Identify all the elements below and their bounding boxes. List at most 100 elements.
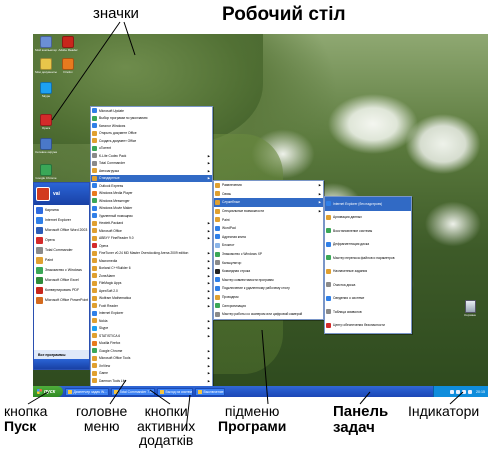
system-tools-menu-item[interactable]: Восстановление системы xyxy=(325,224,411,238)
accessories-menu-item[interactable]: Проводник xyxy=(214,293,323,302)
accessories-menu-item[interactable]: Служебные ▶ xyxy=(214,198,323,207)
programs-menu-item[interactable]: Каталог Windows xyxy=(91,122,212,130)
accessories-menu-item[interactable]: Блокнот xyxy=(214,241,323,250)
programs-menu-item[interactable]: Mozilla Firefox xyxy=(91,340,212,348)
desktop-icon[interactable]: Мои документы xyxy=(35,58,57,74)
start-menu-item[interactable]: Конвертировать PDF xyxy=(34,285,89,295)
programs-menu-item[interactable]: Internet Explorer xyxy=(91,310,212,318)
programs-menu-item[interactable]: XnView ▶ xyxy=(91,362,212,370)
start-menu-item[interactable]: Paint xyxy=(34,255,89,265)
system-tools-menu-item[interactable]: Архивация данных xyxy=(325,211,411,225)
start-menu-item[interactable]: Карлина xyxy=(34,205,89,215)
all-programs-button[interactable]: Все программы xyxy=(34,350,89,359)
menu-item-icon xyxy=(92,243,97,249)
desktop-icon[interactable]: Google Chrome xyxy=(35,164,57,180)
recycle-bin[interactable]: Корзина xyxy=(460,300,480,317)
start-menu-item[interactable]: Microsoft Office PowerPoint 2003 xyxy=(34,295,89,305)
programs-menu-item[interactable]: Google Chrome ▶ xyxy=(91,347,212,355)
desktop-icon[interactable]: Firefox xyxy=(57,58,79,74)
programs-menu-item[interactable]: Hewlett-Packard ▶ xyxy=(91,220,212,228)
programs-menu-item[interactable]: Создать документ Office xyxy=(91,137,212,145)
start-menu-item[interactable]: Total Commander xyxy=(34,245,89,255)
programs-menu-item[interactable]: STATISTICA 6 ▶ xyxy=(91,332,212,340)
programs-menu-item[interactable]: Microsoft Office ▶ xyxy=(91,227,212,235)
programs-menu-item[interactable]: uTorrent xyxy=(91,145,212,153)
programs-menu-item[interactable]: ApexSoft 2.0 ▶ xyxy=(91,287,212,295)
accessories-menu-item[interactable]: WordPad xyxy=(214,224,323,233)
accessories-menu-item[interactable]: Синхронизация xyxy=(214,301,323,310)
clock[interactable]: 20:15 xyxy=(476,390,485,394)
security-icon[interactable] xyxy=(462,389,466,394)
taskbar-app-button[interactable]: Выключение xyxy=(195,387,225,396)
programs-menu-item[interactable]: Автозагрузка ▶ xyxy=(91,167,212,175)
accessories-menu-item[interactable]: Знакомство с Windows XP xyxy=(214,250,323,259)
programs-menu-item[interactable]: Foxit Reader ▶ xyxy=(91,302,212,310)
accessories-menu-item[interactable]: Адресная книга xyxy=(214,233,323,242)
desktop-icon[interactable]: Skype xyxy=(35,82,57,98)
menu-item-icon xyxy=(215,294,220,300)
start-menu-item[interactable]: Internet Explorer xyxy=(34,215,89,225)
start-button[interactable]: пуск xyxy=(33,386,63,397)
programs-menu-item[interactable]: Wolfram Mathematica ▶ xyxy=(91,295,212,303)
accessories-menu-item[interactable]: Калькулятор xyxy=(214,258,323,267)
programs-menu-item[interactable]: Borland C++Builder 6 ▶ xyxy=(91,265,212,273)
programs-menu-item[interactable]: Game ▶ xyxy=(91,370,212,378)
system-tools-menu-item[interactable]: Очистка диска xyxy=(325,278,411,292)
submenu-arrow-icon: ▶ xyxy=(207,303,210,308)
system-tools-menu-item[interactable]: Мастер переноса файлов и параметров xyxy=(325,251,411,265)
programs-menu-item[interactable]: Daemon Tools Lite ▶ xyxy=(91,377,212,385)
accessories-menu-item[interactable]: Мастер работы со сканером или цифровой к… xyxy=(214,310,323,319)
desktop-icon[interactable]: Opera xyxy=(35,114,57,130)
programs-menu-item[interactable]: ZoneAlarm ▶ xyxy=(91,272,212,280)
accessories-menu-item[interactable]: Развлечения ▶ xyxy=(214,181,323,190)
menu-item-icon xyxy=(215,268,220,274)
app-icon xyxy=(62,58,74,70)
accessories-menu-item[interactable]: Подключение к удаленному рабочему столу xyxy=(214,284,323,293)
accessories-menu-item[interactable]: Paint xyxy=(214,215,323,224)
volume-icon[interactable] xyxy=(456,389,460,394)
programs-menu-item[interactable]: Outlook Express xyxy=(91,182,212,190)
start-menu-item[interactable]: Microsoft Office Word 2003 xyxy=(34,225,89,235)
programs-menu-item[interactable]: Windows Movie Maker xyxy=(91,205,212,213)
start-menu-item[interactable]: Opera xyxy=(34,235,89,245)
programs-menu-item[interactable]: Microsoft Update xyxy=(91,107,212,115)
taskbar-app-button[interactable]: Total Commander 7.0... xyxy=(111,387,155,396)
programs-menu-item[interactable]: K-Lite Codec Pack ▶ xyxy=(91,152,212,160)
programs-menu-item[interactable]: Microsoft Office Tools ▶ xyxy=(91,355,212,363)
programs-menu-item[interactable]: Windows Messenger xyxy=(91,197,212,205)
programs-menu-item[interactable]: FineTuner v0.24 MD Master Overclocking A… xyxy=(91,250,212,258)
programs-menu-item[interactable]: Skype ▶ xyxy=(91,325,212,333)
network-icon[interactable] xyxy=(450,389,454,394)
taskbar-app-button[interactable]: Диспетчер задач W... xyxy=(65,387,109,396)
desktop-icon[interactable]: Сетевое окружение xyxy=(35,138,57,154)
system-tools-menu-item[interactable]: Центр обеспечения безопасности xyxy=(325,319,411,333)
programs-menu-item[interactable]: FileMagic Apps ▶ xyxy=(91,280,212,288)
programs-menu-item[interactable]: Total Commander ▶ xyxy=(91,160,212,168)
accessories-menu-item[interactable]: Мастер совместимости программ xyxy=(214,276,323,285)
programs-menu-item[interactable]: Nokia ▶ xyxy=(91,317,212,325)
programs-menu-item[interactable]: Стандартные ▶ xyxy=(91,174,212,182)
system-tools-menu-item[interactable]: Дефрагментация диска xyxy=(325,238,411,252)
programs-menu-item[interactable]: Выбор программ по умолчанию xyxy=(91,115,212,123)
system-tools-menu-item[interactable]: Internet Explorer (без надстроек) xyxy=(325,197,411,211)
accessories-menu-item[interactable]: Связь ▶ xyxy=(214,190,323,199)
start-menu-item[interactable]: Знакомство с Windows xyxy=(34,265,89,275)
language-icon[interactable] xyxy=(468,389,472,394)
programs-menu-item[interactable]: Opera xyxy=(91,242,212,250)
taskbar-app-button[interactable]: Выход из системы xyxy=(157,387,193,396)
system-tools-menu-item[interactable]: Таблица символов xyxy=(325,305,411,319)
submenu-arrow-icon: ▶ xyxy=(207,153,210,158)
accessories-menu-item[interactable]: Специальные возможности ▶ xyxy=(214,207,323,216)
annotation-programs-submenu: підменю Програми xyxy=(218,404,286,433)
desktop-icon[interactable]: Adobe Reader xyxy=(57,36,79,52)
programs-menu-item[interactable]: ABBYY FineReader 9.0 ▶ xyxy=(91,235,212,243)
start-menu-item[interactable]: Microsoft Office Excel xyxy=(34,275,89,285)
accessories-menu-item[interactable]: Командная строка xyxy=(214,267,323,276)
programs-menu-item[interactable]: Macromedia ▶ xyxy=(91,257,212,265)
system-tools-menu-item[interactable]: Сведения о системе xyxy=(325,292,411,306)
system-tools-menu-item[interactable]: Назначенные задания xyxy=(325,265,411,279)
programs-menu-item[interactable]: Открыть документ Office xyxy=(91,130,212,138)
desktop-icon[interactable]: Мой компьютер xyxy=(35,36,57,52)
programs-menu-item[interactable]: Удаленный помощник xyxy=(91,212,212,220)
programs-menu-item[interactable]: Windows Media Player xyxy=(91,190,212,198)
